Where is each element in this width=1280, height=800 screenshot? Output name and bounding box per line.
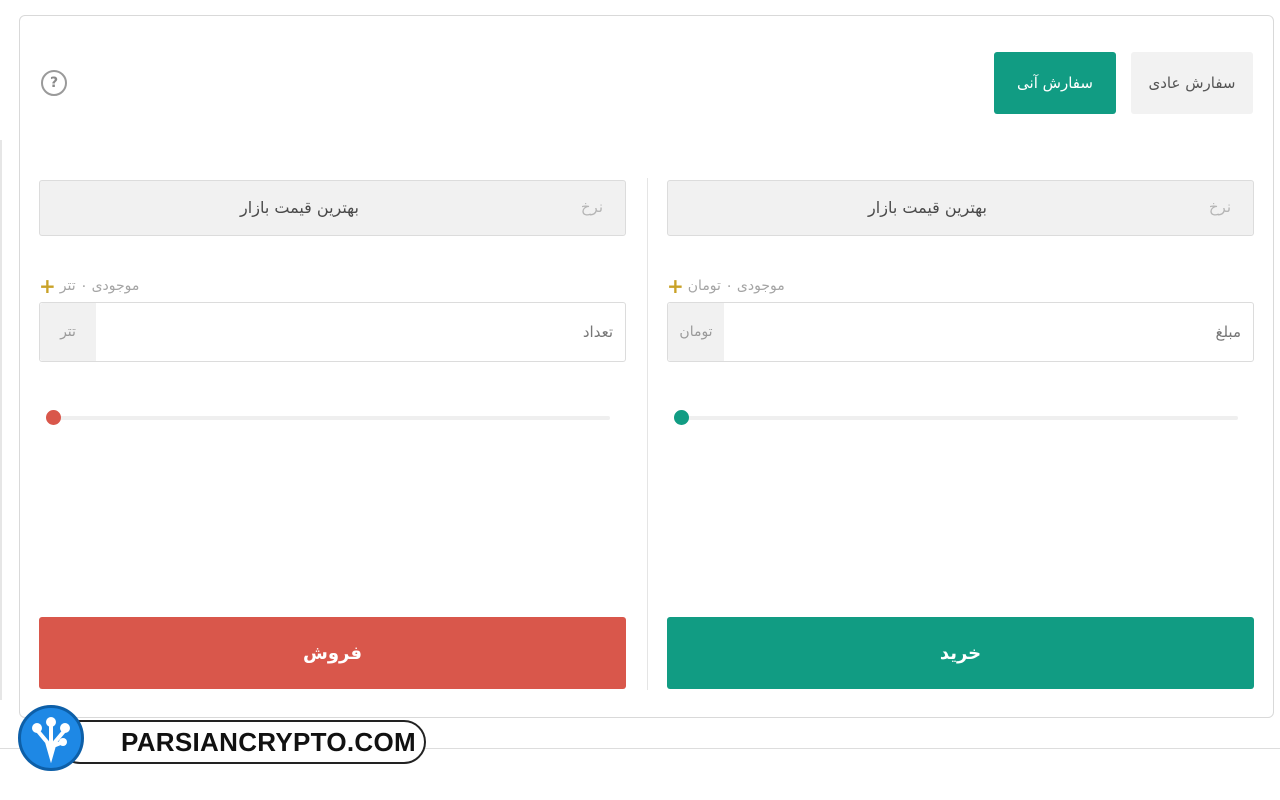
buy-balance-label: موجودی — [736, 278, 785, 294]
buy-deposit-plus-icon[interactable]: + — [667, 274, 684, 298]
watermark: PARSIANCRYPTO.COM — [18, 705, 428, 771]
sell-rate-field: نرخ بهترین قیمت بازار — [39, 180, 626, 236]
tab-instant-order[interactable]: سفارش آنی — [994, 52, 1116, 114]
sell-balance-label: موجودی — [91, 278, 140, 294]
page-edge — [0, 140, 2, 700]
buy-rate-value: بهترین قیمت بازار — [868, 198, 987, 217]
tab-normal-order[interactable]: سفارش عادی — [1131, 52, 1253, 114]
sell-rate-value: بهترین قیمت بازار — [240, 198, 359, 217]
sell-percent-slider[interactable] — [48, 416, 610, 420]
panel-divider — [647, 178, 648, 690]
sell-amount-input[interactable]: تعداد تتر — [39, 302, 626, 362]
sell-deposit-plus-icon[interactable]: + — [39, 274, 56, 298]
watermark-text: PARSIANCRYPTO.COM — [58, 720, 426, 764]
buy-amount-input[interactable]: مبلغ تومان — [667, 302, 1254, 362]
buy-rate-field: نرخ بهترین قیمت بازار — [667, 180, 1254, 236]
buy-button[interactable]: خرید — [667, 617, 1254, 689]
buy-slider-handle[interactable] — [674, 410, 689, 425]
sell-balance: موجودی ۰ تتر + — [39, 274, 139, 298]
help-icon[interactable]: ? — [41, 70, 67, 96]
sell-slider-handle[interactable] — [46, 410, 61, 425]
buy-amount-placeholder: مبلغ — [1215, 323, 1241, 341]
sell-amount-unit: تتر — [40, 303, 96, 361]
sell-rate-label: نرخ — [580, 198, 603, 216]
sell-amount-placeholder: تعداد — [582, 323, 613, 341]
buy-balance-value: ۰ تومان — [687, 278, 733, 294]
watermark-logo-icon — [18, 705, 84, 771]
buy-percent-slider[interactable] — [676, 416, 1238, 420]
buy-rate-label: نرخ — [1208, 198, 1231, 216]
buy-amount-unit: تومان — [668, 303, 724, 361]
sell-button[interactable]: فروش — [39, 617, 626, 689]
sell-balance-value: ۰ تتر — [59, 278, 88, 294]
buy-balance: موجودی ۰ تومان + — [667, 274, 785, 298]
